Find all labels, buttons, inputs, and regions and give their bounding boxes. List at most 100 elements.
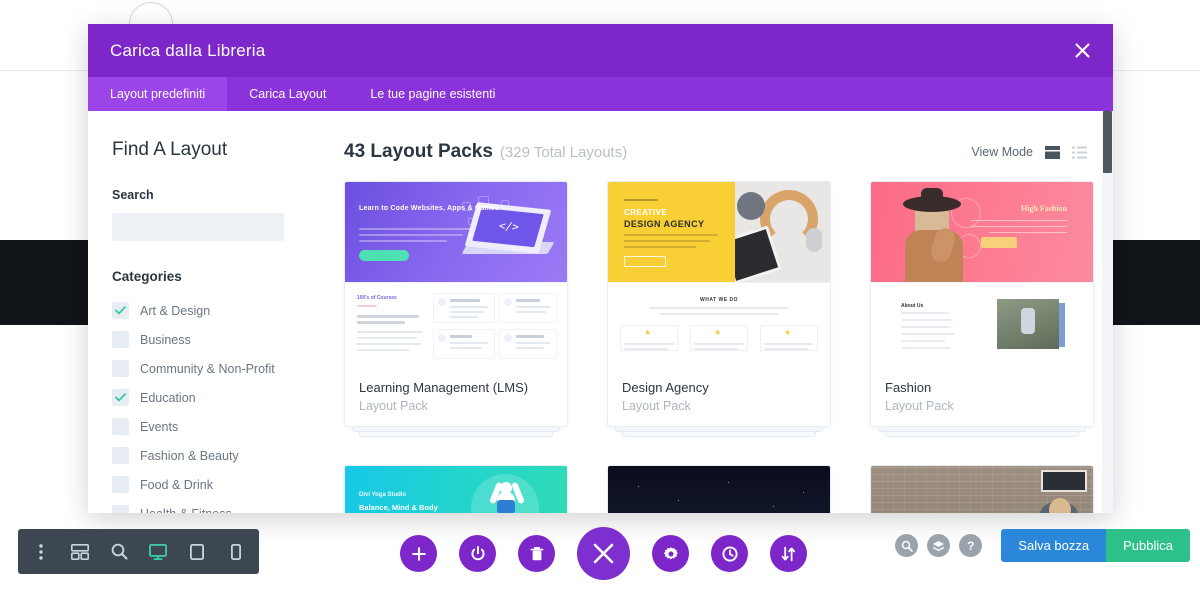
category-item-fashion-beauty[interactable]: Fashion & Beauty	[112, 441, 333, 470]
thumb-section-title: WHAT WE DO	[700, 297, 738, 303]
zoom-icon[interactable]	[895, 534, 919, 557]
category-label: Art & Design	[140, 303, 211, 318]
category-label: Education	[140, 390, 196, 405]
more-vertical-icon[interactable]	[30, 541, 52, 563]
card-title: Learning Management (LMS)	[359, 380, 529, 395]
tab-load-layout[interactable]: Carica Layout	[227, 77, 348, 111]
thumb-hero-title-2: DESIGN AGENCY	[624, 219, 705, 229]
save-draft-button[interactable]: Salva bozza	[1001, 529, 1107, 562]
card-title: Fashion	[885, 380, 932, 395]
modal-header: Carica dalla Libreria	[88, 24, 1113, 77]
layout-results: 43 Layout Packs (329 Total Layouts) View…	[333, 111, 1113, 513]
card-thumbnail: High Fashion	[871, 182, 1093, 282]
publish-button[interactable]: Pubblica	[1106, 529, 1190, 562]
gear-icon[interactable]	[652, 535, 689, 572]
card-thumbnail: HELLO, I'M JANE A CONCEPTUAL COPYWRITER	[871, 465, 1093, 513]
editor-left-toolbar	[18, 529, 259, 574]
checkbox-icon[interactable]	[112, 360, 129, 377]
card-stack-layer	[622, 431, 816, 437]
checkbox-icon[interactable]	[112, 331, 129, 348]
list-view-icon[interactable]	[1072, 146, 1087, 159]
category-label: Business	[140, 332, 191, 347]
category-item-business[interactable]: Business	[112, 325, 333, 354]
search-input[interactable]	[112, 213, 284, 241]
card-thumbnail-lower: About Us	[871, 282, 1093, 368]
tab-existing-pages[interactable]: Le tue pagine esistenti	[348, 77, 517, 111]
card-meta: Fashion Layout Pack	[871, 368, 1093, 426]
layout-card-copywriter[interactable]: HELLO, I'M JANE A CONCEPTUAL COPYWRITER …	[870, 464, 1094, 513]
checkbox-icon[interactable]	[112, 476, 129, 493]
layout-card-learning-management[interactable]: </> Learn to Code Websites, Apps & Games…	[344, 181, 568, 427]
sort-icon[interactable]	[770, 535, 807, 572]
card-thumbnail-lower: WHAT WE DO ★ ★ ★	[608, 282, 830, 368]
card-stack-layer	[359, 431, 553, 437]
desktop-icon[interactable]	[147, 541, 169, 563]
modal-body: Find A Layout Search Categories Art & De…	[88, 111, 1113, 513]
layout-card-wrapper: Divi Yoga Studio Balance, Mind & Body Yo…	[344, 464, 568, 513]
filter-sidebar: Find A Layout Search Categories Art & De…	[88, 111, 333, 513]
grid-view-icon[interactable]	[1044, 145, 1061, 160]
category-item-food-drink[interactable]: Food & Drink	[112, 470, 333, 499]
load-from-library-modal: Carica dalla Libreria Layout predefiniti…	[88, 24, 1113, 513]
modal-scrollbar-track[interactable]	[1102, 111, 1113, 513]
card-meta: Design Agency Layout Pack	[608, 368, 830, 426]
category-item-health-fitness[interactable]: Health & Fitness	[112, 499, 333, 513]
zoom-icon[interactable]	[108, 541, 130, 563]
thumb-hero-kicker: Divi Yoga Studio	[359, 491, 407, 498]
tab-label: Layout predefiniti	[110, 87, 206, 101]
layers-icon[interactable]	[927, 534, 951, 557]
card-subtitle: Layout Pack	[359, 398, 428, 413]
thumb-hero-title-1: CREATIVE	[624, 208, 668, 217]
mobile-icon[interactable]	[225, 541, 247, 563]
card-stack-layer	[878, 426, 1086, 432]
help-icon[interactable]: ?	[959, 534, 983, 557]
category-label: Community & Non-Profit	[140, 361, 275, 376]
category-item-events[interactable]: Events	[112, 412, 333, 441]
card-thumbnail: CREATIVE DESIGN AGENCY	[608, 182, 830, 282]
thumb-section-title: About Us	[901, 303, 924, 309]
history-icon[interactable]	[711, 535, 748, 572]
checkbox-icon[interactable]	[112, 418, 129, 435]
layout-card-wrapper: CREATIVE DESIGN AGENCY WHAT WE DO ★ ★ ★ …	[607, 181, 831, 437]
layout-card-fashion[interactable]: High Fashion About Us Fashion Layout Pac…	[870, 181, 1094, 427]
view-mode-label: View Mode	[971, 145, 1033, 159]
category-item-education[interactable]: Education	[112, 383, 333, 412]
layout-card-night-sky[interactable]: Night Sky Layout Pack	[607, 464, 831, 513]
tablet-icon[interactable]	[186, 541, 208, 563]
card-thumbnail-lower: 100's of Courses	[345, 282, 567, 368]
category-label: Events	[140, 419, 179, 434]
tab-predefined-layouts[interactable]: Layout predefiniti	[88, 77, 228, 111]
category-list: Art & Design Business Community & Non-Pr…	[112, 296, 333, 513]
tab-label: Le tue pagine esistenti	[370, 87, 496, 101]
trash-icon[interactable]	[518, 535, 555, 572]
thumb-hero-title: High Fashion	[1020, 204, 1067, 213]
close-icon[interactable]	[1069, 38, 1095, 64]
editor-right-toolbar: ? Salva bozza Pubblica	[895, 529, 1190, 562]
categories-label: Categories	[112, 269, 182, 284]
card-subtitle: Layout Pack	[622, 398, 691, 413]
layout-card-wrapper: HELLO, I'M JANE A CONCEPTUAL COPYWRITER …	[870, 464, 1094, 513]
close-editor-button[interactable]	[577, 527, 630, 580]
card-subtitle: Layout Pack	[885, 398, 954, 413]
publish-controls: Salva bozza Pubblica	[1001, 529, 1190, 562]
checkbox-icon[interactable]	[112, 302, 129, 319]
card-stack-layer	[615, 426, 823, 432]
layout-card-wrapper: High Fashion About Us Fashion Layout Pac…	[870, 181, 1094, 437]
checkbox-icon[interactable]	[112, 447, 129, 464]
layout-card-yoga-studio[interactable]: Divi Yoga Studio Balance, Mind & Body Yo…	[344, 464, 568, 513]
checkbox-icon[interactable]	[112, 505, 129, 513]
card-title: Design Agency	[622, 380, 709, 395]
results-total: (329 Total Layouts)	[499, 143, 628, 161]
add-section-button[interactable]	[400, 535, 437, 572]
checkbox-icon[interactable]	[112, 389, 129, 406]
card-thumbnail: </> Learn to Code Websites, Apps & Games	[345, 182, 567, 282]
modal-scrollbar-thumb[interactable]	[1103, 111, 1112, 173]
view-mode-controls: View Mode	[971, 145, 1087, 160]
wireframe-icon[interactable]	[69, 541, 91, 563]
category-item-art-design[interactable]: Art & Design	[112, 296, 333, 325]
power-icon[interactable]	[459, 535, 496, 572]
card-thumbnail	[608, 465, 830, 513]
layout-card-design-agency[interactable]: CREATIVE DESIGN AGENCY WHAT WE DO ★ ★ ★ …	[607, 181, 831, 427]
category-item-community-non-profit[interactable]: Community & Non-Profit	[112, 354, 333, 383]
thumb-section-title: 100's of Courses	[357, 295, 397, 301]
